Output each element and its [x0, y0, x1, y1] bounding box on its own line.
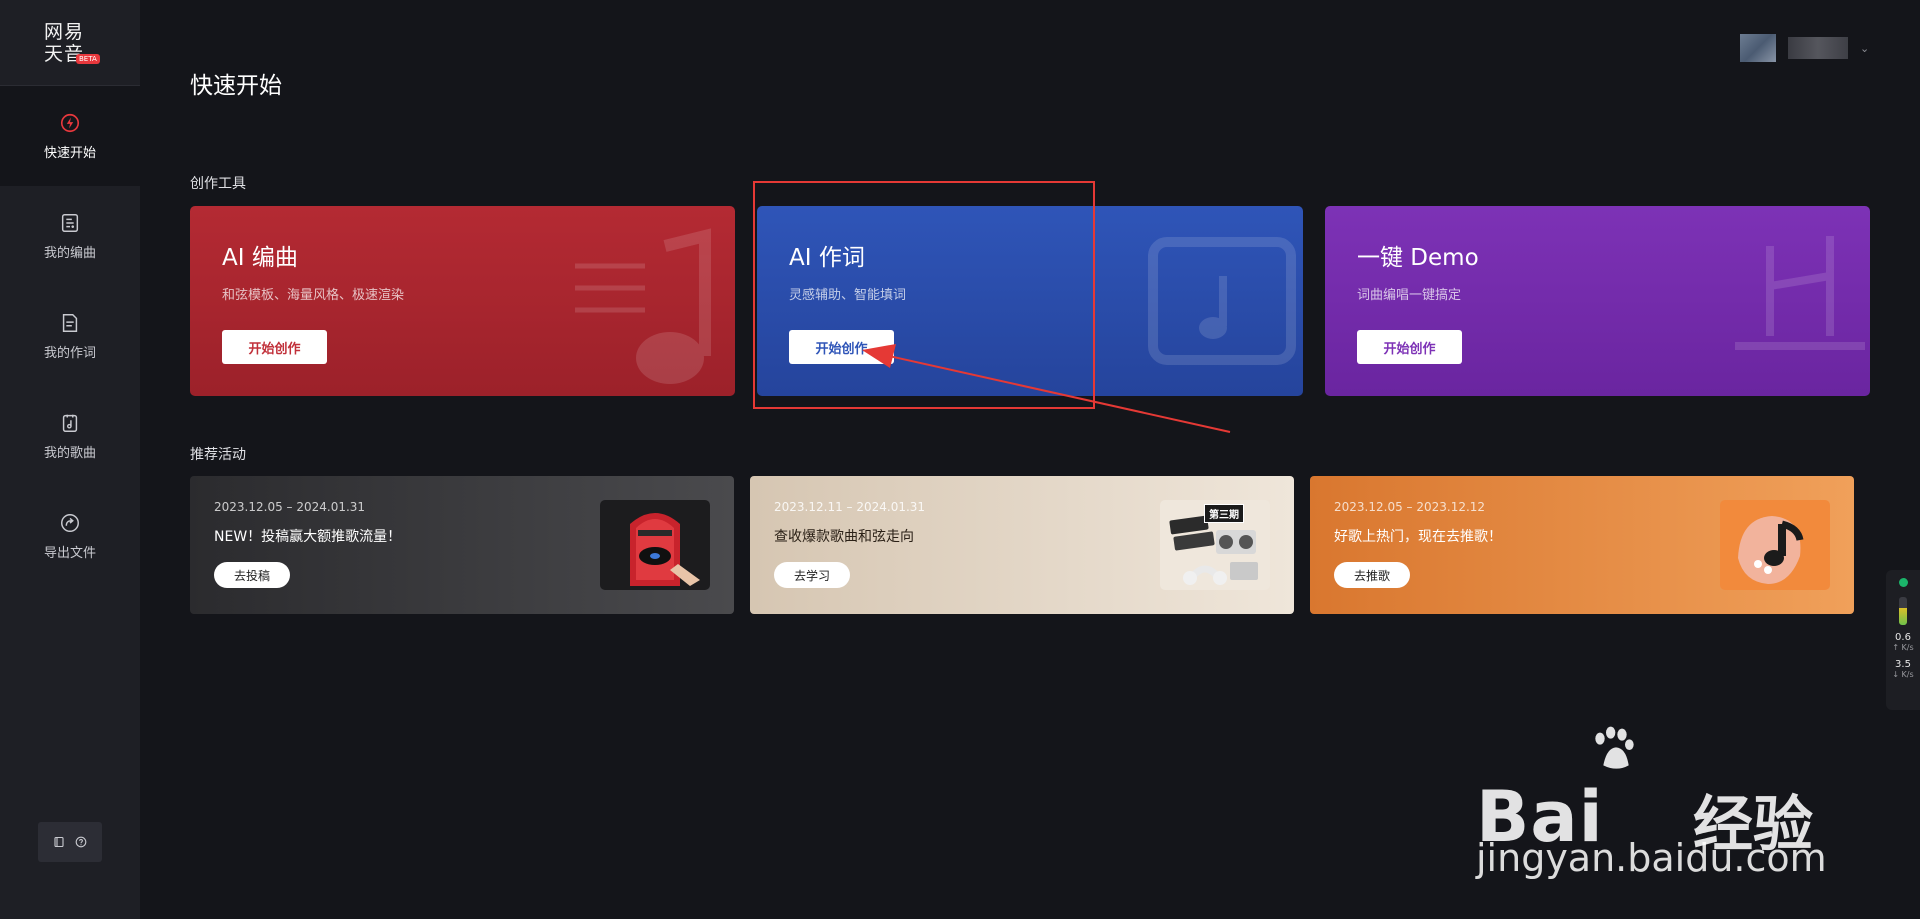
activity-card-submit[interactable]: 2023.12.05 – 2024.01.31 NEW！投稿赢大额推歌流量！ 去… — [190, 476, 734, 614]
watermark-url: jingyan.baidu.com — [1476, 836, 1827, 880]
lyrics-doc-icon — [62, 313, 78, 332]
download-speed: 3.5 — [1895, 659, 1911, 670]
sidebar-item-quick-start[interactable]: 快速开始 — [0, 86, 140, 186]
music-pick-thumbnail — [1720, 500, 1830, 590]
status-dot-icon — [1898, 578, 1908, 587]
music-stand-deco-icon — [1735, 236, 1865, 350]
sidebar: 网易 天音 BETA 快速开始 我的编曲 我的作词 我的歌曲 导出文件 — [0, 0, 140, 919]
sidebar-item-label: 导出文件 — [43, 545, 96, 561]
usage-bar — [1899, 597, 1907, 625]
sidebar-item-export[interactable]: 导出文件 — [0, 486, 140, 586]
user-name-blurred — [1788, 37, 1848, 59]
music-note-deco-icon — [575, 228, 711, 384]
section-label-activities: 推荐活动 — [190, 447, 246, 463]
annotation-highlight-box — [753, 181, 1095, 409]
sidebar-item-my-lyrics[interactable]: 我的作词 — [0, 286, 140, 386]
issue-tag: 第三期 — [1204, 504, 1244, 523]
tool-card-one-click-demo[interactable]: 一键 Demo 词曲编唱一键搞定 开始创作 — [1325, 206, 1870, 396]
sidebar-item-my-songs[interactable]: 我的歌曲 — [0, 386, 140, 486]
sidebar-bottom-tools — [38, 822, 102, 862]
jukebox-thumbnail — [600, 500, 710, 590]
page-title: 快速开始 — [190, 73, 282, 99]
song-file-icon — [62, 414, 78, 432]
book-icon[interactable] — [53, 836, 65, 848]
sidebar-item-label: 我的作词 — [43, 345, 96, 361]
download-unit: ↓ K/s — [1892, 670, 1914, 679]
learn-button[interactable]: 去学习 — [774, 562, 851, 588]
upload-speed: 0.6 — [1895, 632, 1911, 643]
tool-card-ai-arrangement[interactable]: AI 编曲 和弦模板、海量风格、极速渲染 开始创作 — [190, 206, 735, 396]
sidebar-item-my-arrangements[interactable]: 我的编曲 — [0, 186, 140, 286]
activity-card-learn[interactable]: 2023.12.11 – 2024.01.31 查收爆款歌曲和弦走向 去学习 第… — [750, 476, 1294, 614]
arrangement-icon — [61, 213, 79, 232]
lightning-icon — [60, 113, 80, 132]
section-label-tools: 创作工具 — [190, 176, 246, 192]
export-icon — [61, 513, 79, 532]
promote-button[interactable]: 去推歌 — [1334, 562, 1411, 588]
beta-badge: BETA — [76, 54, 100, 64]
help-icon[interactable] — [75, 836, 87, 848]
app-logo[interactable]: 网易 天音 BETA — [0, 0, 140, 86]
music-frame-deco-icon — [1148, 237, 1296, 365]
baidu-paw-icon — [1595, 726, 1634, 769]
network-speed-widget[interactable]: 0.6 ↑ K/s 3.5 ↓ K/s — [1886, 570, 1920, 710]
user-menu[interactable]: ⌄ — [1740, 34, 1869, 62]
submit-button[interactable]: 去投稿 — [214, 562, 291, 588]
sidebar-item-label: 我的编曲 — [43, 245, 96, 261]
start-create-button[interactable]: 开始创作 — [1357, 330, 1462, 364]
audio-gear-thumbnail: 第三期 — [1160, 500, 1270, 590]
sidebar-item-label: 我的歌曲 — [43, 445, 96, 461]
upload-unit: ↑ K/s — [1892, 643, 1914, 652]
avatar[interactable] — [1740, 34, 1776, 62]
chevron-down-icon[interactable]: ⌄ — [1860, 42, 1869, 55]
start-create-button[interactable]: 开始创作 — [222, 330, 327, 364]
sidebar-item-label: 快速开始 — [43, 145, 96, 161]
logo-line-1: 网易 — [44, 20, 85, 43]
activity-card-promote[interactable]: 2023.12.05 – 2023.12.12 好歌上热门，现在去推歌！ 去推歌 — [1310, 476, 1854, 614]
